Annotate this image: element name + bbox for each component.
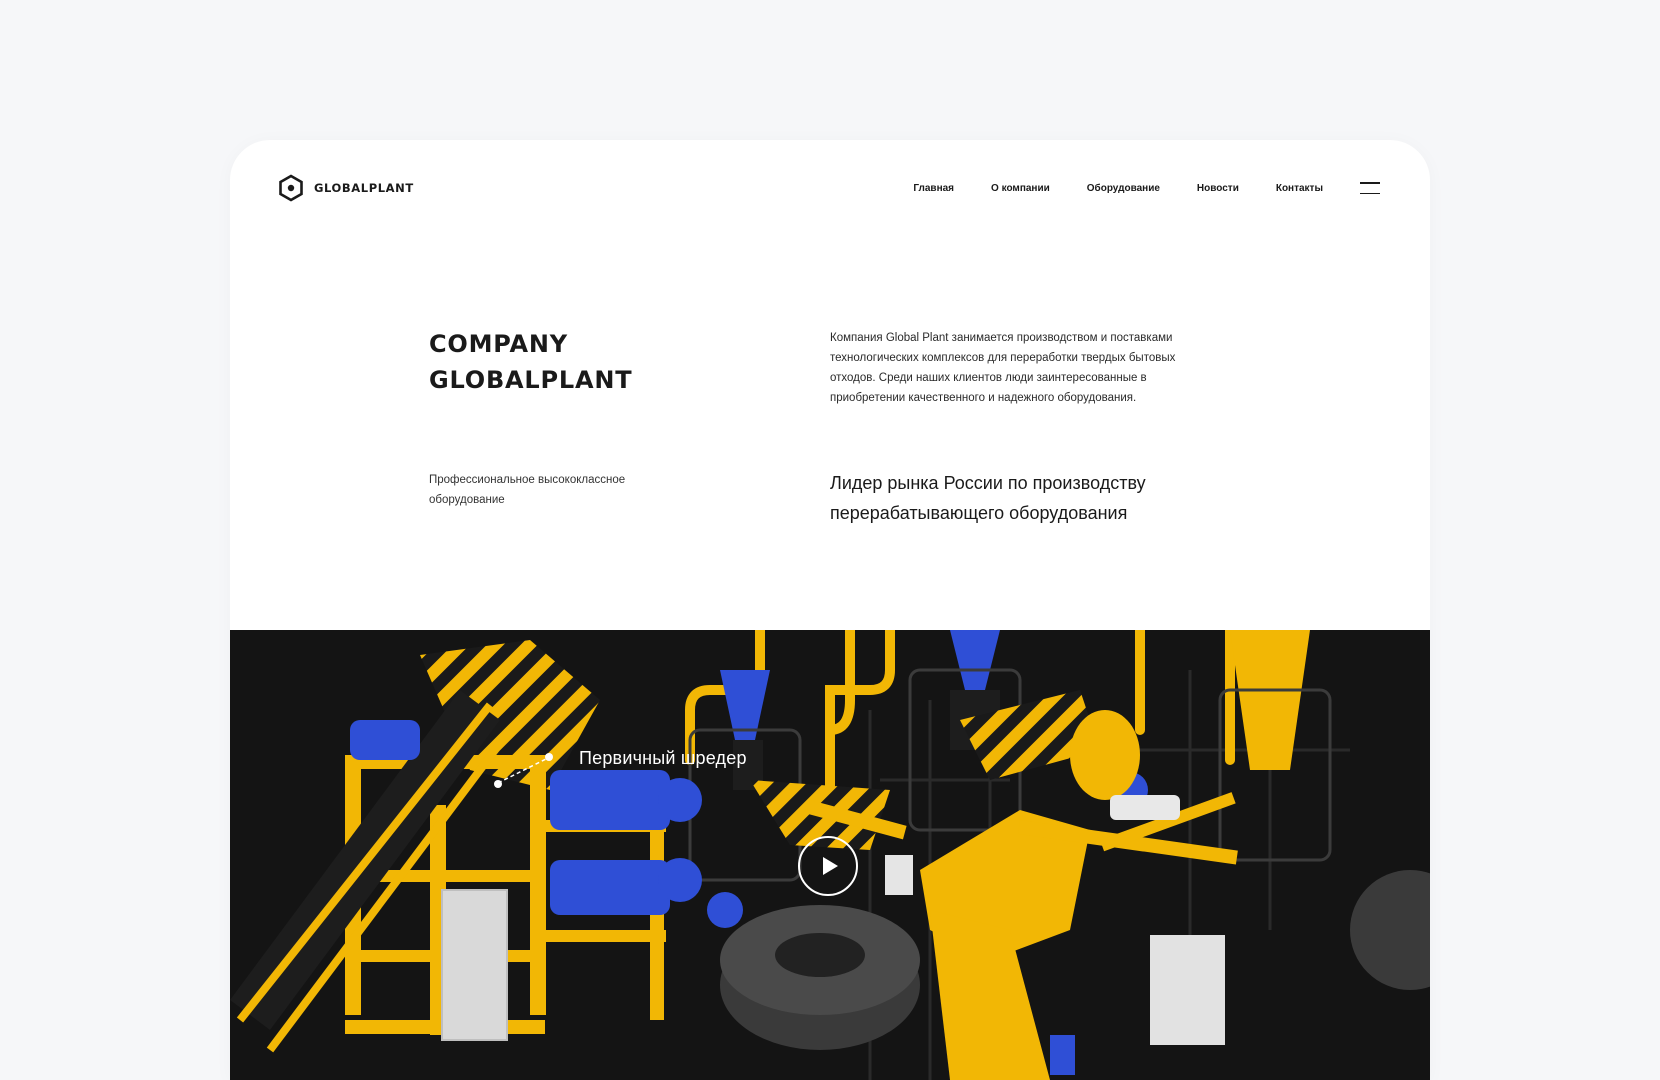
hero-media: Первичный шредер — [230, 630, 1430, 1080]
hero-title-line1: COMPANY — [429, 330, 568, 358]
logo[interactable]: GLOBALPLANT — [278, 174, 414, 202]
nav-item-contacts[interactable]: Контакты — [1276, 183, 1323, 194]
hero-description: Компания Global Plant занимается произво… — [830, 332, 1176, 404]
hamburger-menu-icon[interactable] — [1360, 182, 1380, 194]
hero-lead: Лидер рынка России по производству перер… — [830, 473, 1146, 523]
nav-item-home[interactable]: Главная — [913, 183, 954, 194]
nav-item-equipment[interactable]: Оборудование — [1087, 183, 1160, 194]
logo-text: GLOBALPLANT — [314, 181, 414, 195]
main-nav: Главная О компании Оборудование Новости … — [876, 182, 1380, 194]
play-icon — [822, 857, 838, 875]
hero-subtitle: Профессиональное высококлассное оборудов… — [429, 474, 626, 506]
hexagon-logo-icon — [279, 174, 303, 202]
hero-title-line2: GLOBALPLANT — [429, 366, 633, 394]
nav-item-news[interactable]: Новости — [1197, 183, 1239, 194]
callout-label: Первичный шредер — [579, 748, 747, 768]
page-card: GLOBALPLANT Главная О компании Оборудова… — [230, 140, 1430, 1080]
nav-item-about[interactable]: О компании — [991, 183, 1050, 194]
hero-title: COMPANY GLOBALPLANT — [429, 326, 632, 398]
play-video-button[interactable] — [798, 836, 858, 896]
